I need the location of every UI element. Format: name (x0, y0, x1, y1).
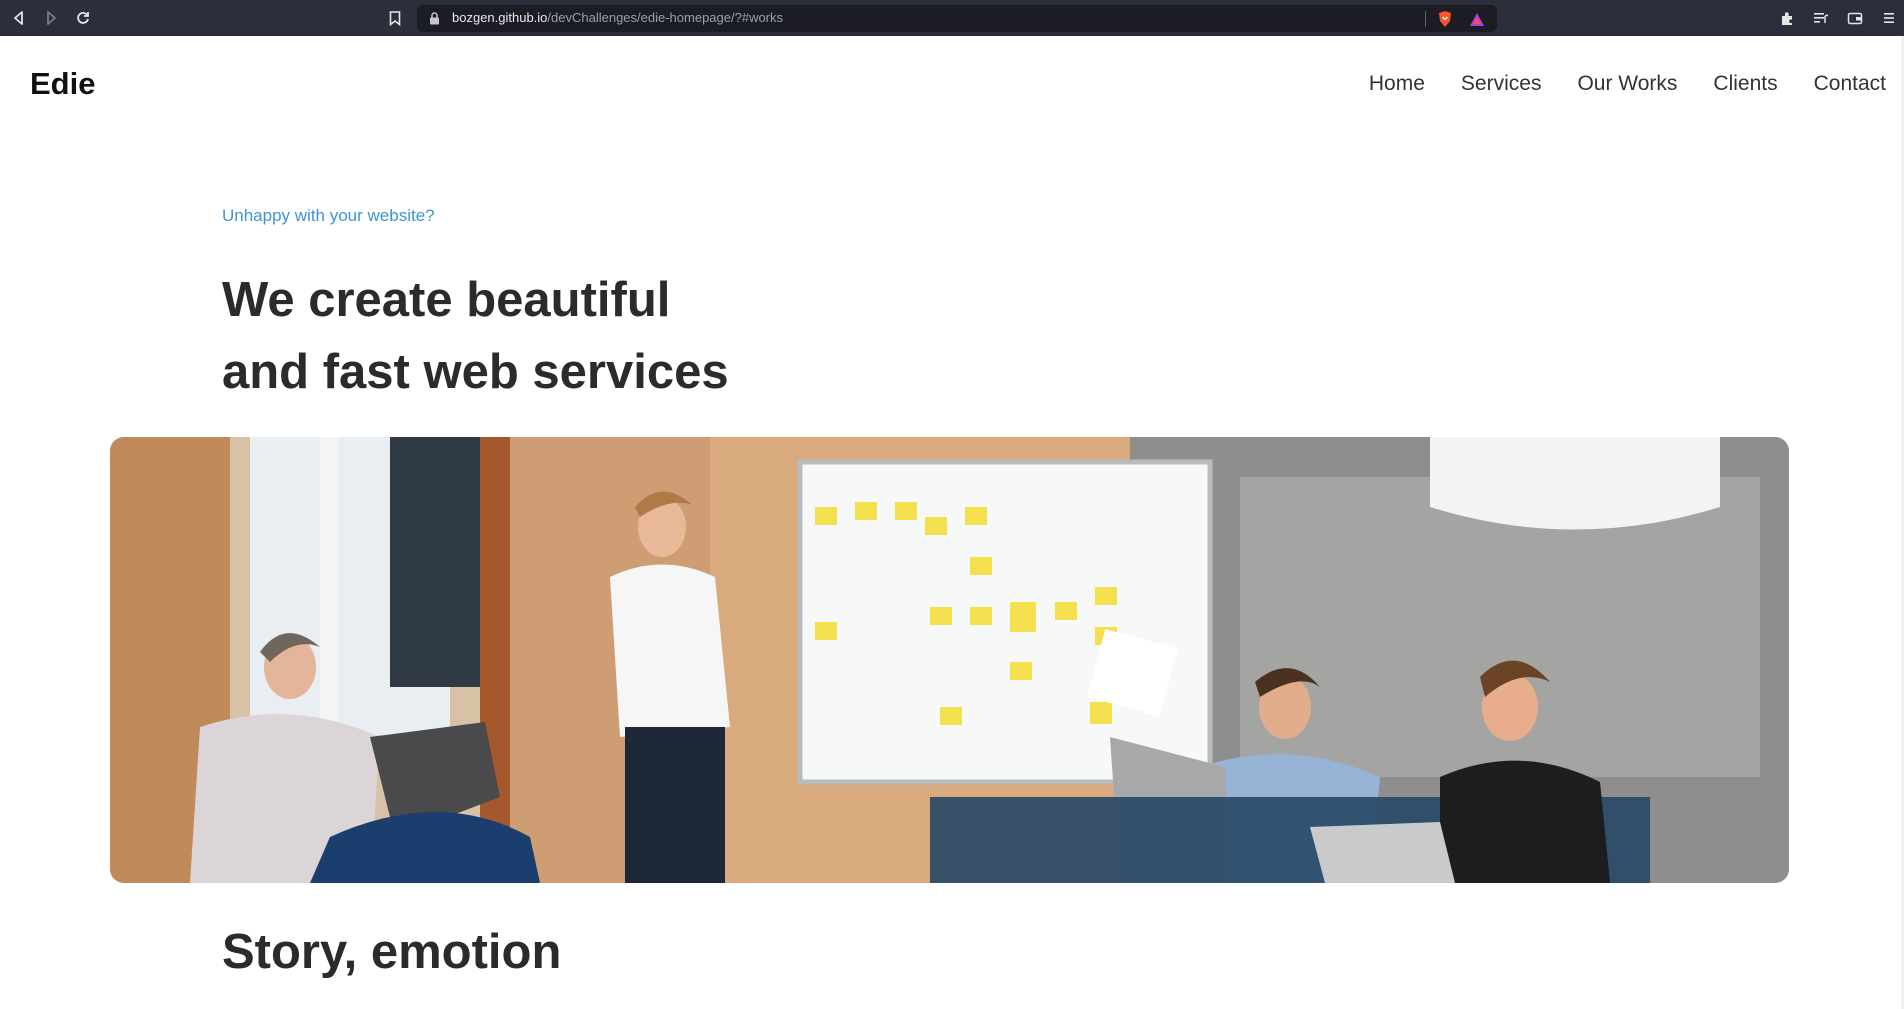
url-host: bozgen.github.io (452, 10, 548, 25)
forward-icon[interactable] (40, 7, 62, 29)
url-text: bozgen.github.io/devChallenges/edie-home… (452, 10, 783, 25)
brave-shield-icon[interactable] (1435, 9, 1455, 29)
reload-icon[interactable] (72, 7, 94, 29)
playlist-icon[interactable] (1810, 7, 1832, 29)
hero-image (110, 437, 1789, 883)
nav-services[interactable]: Services (1461, 72, 1542, 96)
browser-toolbar: bozgen.github.io/devChallenges/edie-home… (0, 0, 1904, 36)
address-divider (1425, 11, 1426, 27)
nav-clients[interactable]: Clients (1713, 72, 1777, 96)
main-nav: Home Services Our Works Clients Contact (1369, 72, 1886, 96)
lock-icon (427, 11, 441, 26)
section-title: Story, emotion (222, 925, 562, 979)
address-bar[interactable]: bozgen.github.io/devChallenges/edie-home… (417, 5, 1497, 32)
hero-headline-line2: and fast web services (222, 345, 729, 399)
hero-headline: We create beautiful and fast web service… (222, 264, 922, 408)
menu-icon[interactable] (1878, 7, 1900, 29)
hero-headline-line1: We create beautiful (222, 273, 671, 327)
rewards-icon[interactable] (1467, 9, 1487, 29)
hero-eyebrow: Unhappy with your website? (222, 206, 435, 225)
wallet-icon[interactable] (1844, 7, 1866, 29)
nav-contact[interactable]: Contact (1814, 72, 1886, 96)
extensions-icon[interactable] (1776, 7, 1798, 29)
url-path: /devChallenges/edie-homepage/?#works (547, 10, 784, 25)
team-meeting-illustration (110, 437, 1789, 883)
site-logo[interactable]: Edie (30, 66, 95, 102)
nav-our-works[interactable]: Our Works (1577, 72, 1677, 96)
nav-home[interactable]: Home (1369, 72, 1425, 96)
webpage: Edie Home Services Our Works Clients Con… (0, 36, 1904, 1009)
bookmark-icon[interactable] (386, 8, 404, 28)
back-icon[interactable] (8, 7, 30, 29)
